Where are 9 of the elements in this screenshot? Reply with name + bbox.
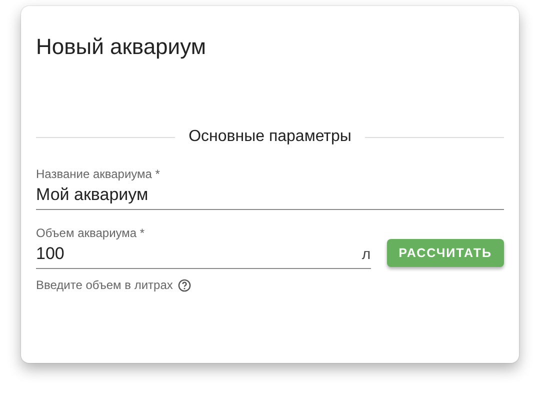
help-icon[interactable]: [178, 278, 191, 292]
dialog-title: Новый аквариум: [36, 34, 206, 60]
field-label: Объем аквариума *: [36, 226, 145, 240]
input-field[interactable]: Мой аквариум: [36, 185, 504, 205]
field-label: Название аквариума *: [36, 167, 160, 181]
section-title: Основные параметры: [188, 128, 352, 146]
helper-text: Введите объем в литрах: [36, 278, 173, 292]
unit-label: л: [362, 246, 371, 262]
input-field[interactable]: 100: [36, 244, 362, 264]
